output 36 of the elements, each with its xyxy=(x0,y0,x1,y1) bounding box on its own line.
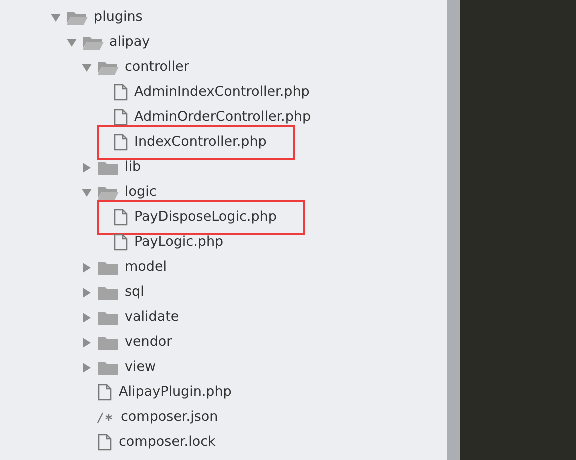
folder-name[interactable]: alipay xyxy=(110,32,150,53)
open-folder-icon xyxy=(97,60,119,76)
code-comment-icon xyxy=(97,412,115,424)
file-icon xyxy=(112,234,128,251)
file-name[interactable]: PayLogic.php xyxy=(134,232,224,253)
folder-icon xyxy=(97,310,119,326)
folder-name[interactable]: plugins xyxy=(94,7,143,28)
file-icon xyxy=(112,209,128,226)
folder-icon xyxy=(97,334,119,350)
file-name[interactable]: IndexController.php xyxy=(134,132,267,153)
folder-icon xyxy=(97,284,119,300)
folder-icon xyxy=(97,360,119,376)
open-folder-icon xyxy=(66,10,88,26)
folder-icon xyxy=(97,160,119,176)
file-icon xyxy=(112,134,128,151)
folder-name[interactable]: view xyxy=(125,357,156,378)
file-name[interactable]: composer.lock xyxy=(119,432,216,453)
file-name[interactable]: composer.json xyxy=(121,407,218,428)
folder-name[interactable]: model xyxy=(125,257,168,278)
file-name[interactable]: AlipayPlugin.php xyxy=(119,382,232,403)
open-folder-icon xyxy=(82,34,104,50)
folder-name[interactable]: vendor xyxy=(125,332,172,353)
folder-name[interactable]: lib xyxy=(125,157,142,178)
file-icon xyxy=(97,384,113,401)
file-icon xyxy=(112,109,128,126)
folder-name[interactable]: validate xyxy=(125,307,180,328)
file-icon xyxy=(97,434,113,451)
folder-icon xyxy=(97,260,119,276)
folder-name[interactable]: controller xyxy=(125,57,190,78)
file-icon xyxy=(112,84,128,101)
folder-name[interactable]: logic xyxy=(125,182,157,203)
folder-name[interactable]: sql xyxy=(125,282,144,303)
open-folder-icon xyxy=(97,184,119,200)
file-name[interactable]: AdminOrderController.php xyxy=(134,107,312,128)
file-name[interactable]: AdminIndexController.php xyxy=(134,82,310,103)
file-name[interactable]: PayDisposeLogic.php xyxy=(134,207,277,228)
